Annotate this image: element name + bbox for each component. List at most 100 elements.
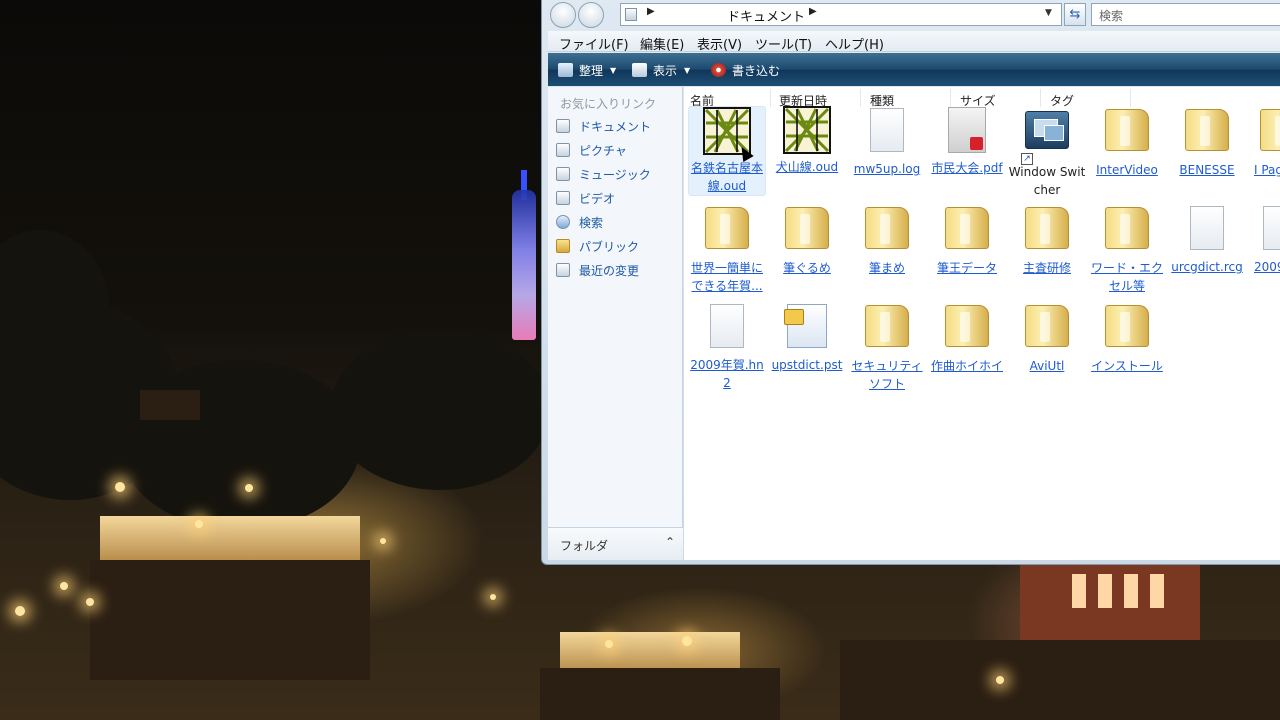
file-item[interactable]: 2009 h <box>1248 204 1280 276</box>
nav-link-label: パブリック <box>579 239 640 254</box>
search-input[interactable]: 検索 <box>1091 3 1280 26</box>
nav-link-pictures[interactable]: ピクチャ <box>556 140 627 160</box>
organize-icon <box>558 63 573 77</box>
breadcrumb-separator-icon[interactable]: ▶ <box>809 6 817 17</box>
command-toolbar: 整理 ▼ 表示 ▼ 書き込む <box>548 53 1280 86</box>
file-item[interactable]: AviUtl <box>1008 302 1086 375</box>
refresh-icon[interactable]: ⇆ <box>1064 3 1086 26</box>
file-item[interactable]: 筆ぐるめ <box>768 204 846 277</box>
oud-file-icon <box>783 106 831 154</box>
folder-icon <box>863 305 911 353</box>
chevron-down-icon: ▼ <box>684 65 691 75</box>
file-item[interactable]: 筆まめ <box>848 204 926 277</box>
file-name: 2009 h <box>1254 260 1280 274</box>
file-name: 市民大会.pdf <box>931 161 1003 175</box>
file-name: InterVideo <box>1096 163 1158 177</box>
documents-folder-icon <box>625 8 637 21</box>
folder-icon <box>943 207 991 255</box>
burn-button[interactable]: 書き込む <box>711 60 780 80</box>
file-name: 犬山線.oud <box>775 160 839 174</box>
file-item[interactable]: upstdict.pst <box>768 302 846 374</box>
file-item[interactable]: 作曲ホイホイ <box>928 302 1006 375</box>
file-name: upstdict.pst <box>771 358 843 372</box>
pdf-file-icon <box>943 107 991 155</box>
nav-link-recent-changes[interactable]: 最近の変更 <box>556 260 639 280</box>
shortcut-icon: ↗ <box>1021 111 1071 165</box>
folder-icon <box>1183 109 1231 157</box>
file-item[interactable]: 主査研修 <box>1008 204 1086 277</box>
file-list-pane: 名前 更新日時 種類 サイズ タグ 名鉄名古屋本線.oud 犬山線.oud mw… <box>684 87 1280 560</box>
menu-file[interactable]: ファイル(F) <box>559 34 629 53</box>
file-item[interactable]: I Page <box>1248 106 1280 179</box>
chevron-down-icon[interactable]: ▼ <box>1045 8 1052 18</box>
file-name: 世界一簡単にできる年賀... <box>690 261 763 293</box>
menu-view[interactable]: 表示(V) <box>697 34 742 53</box>
folder-icon <box>863 207 911 255</box>
views-button[interactable]: 表示 ▼ <box>632 60 690 80</box>
nav-link-documents[interactable]: ドキュメント <box>556 116 651 136</box>
nav-link-label: ドキュメント <box>579 119 652 134</box>
file-item[interactable]: mw5up.log <box>848 106 926 178</box>
file-name: 筆王データ <box>936 261 997 275</box>
file-name: セキュリティソフト <box>851 359 923 391</box>
organize-button[interactable]: 整理 ▼ <box>558 60 616 80</box>
folders-toggle[interactable]: フォルダ ⌃ <box>548 527 683 560</box>
nav-link-videos[interactable]: ビデオ <box>556 188 615 208</box>
nav-link-public[interactable]: パブリック <box>556 236 639 256</box>
videos-icon <box>556 191 570 205</box>
nav-link-label: 最近の変更 <box>579 263 640 278</box>
menu-help[interactable]: ヘルプ(H) <box>825 34 884 53</box>
file-item[interactable]: InterVideo <box>1088 106 1166 179</box>
address-bar[interactable]: ▶ ドキュメント ▶ ▼ <box>620 3 1062 26</box>
file-item[interactable]: urcgdict.rcg <box>1168 204 1246 276</box>
menu-bar: ファイル(F) 編集(E) 表示(V) ツール(T) ヘルプ(H) <box>548 31 1280 53</box>
nav-link-label: ピクチャ <box>579 143 627 158</box>
file-item[interactable]: インストール <box>1088 302 1166 375</box>
nav-link-music[interactable]: ミュージック <box>556 164 651 184</box>
explorer-window: ▶ ドキュメント ▶ ▼ ⇆ 検索 ファイル(F) 編集(E) 表示(V) ツー… <box>541 0 1280 565</box>
file-name: インストール <box>1091 359 1163 373</box>
file-item[interactable]: 筆王データ <box>928 204 1006 277</box>
file-name: urcgdict.rcg <box>1171 260 1243 274</box>
folder-icon <box>703 207 751 255</box>
menu-edit[interactable]: 編集(E) <box>640 34 684 53</box>
file-item[interactable]: セキュリティソフト <box>848 302 926 393</box>
burn-disc-icon <box>711 63 726 77</box>
nav-link-search[interactable]: 検索 <box>556 212 603 232</box>
file-name: BENESSE <box>1179 163 1235 177</box>
file-name: Window Switcher <box>1008 165 1086 197</box>
file-item[interactable]: ワード・エクセル等 <box>1088 204 1166 295</box>
file-item[interactable]: 2009年賀.hn2 <box>688 302 766 392</box>
public-folder-icon <box>556 239 570 253</box>
folder-icon <box>783 207 831 255</box>
nav-link-label: ビデオ <box>579 191 616 206</box>
pst-file-icon <box>783 304 831 352</box>
folders-label: フォルダ <box>560 539 609 553</box>
back-arrow-icon[interactable] <box>550 2 576 28</box>
hn2-file-icon <box>703 304 751 352</box>
folder-icon <box>943 305 991 353</box>
file-item[interactable]: 名鉄名古屋本線.oud <box>688 106 766 196</box>
breadcrumb-documents[interactable]: ドキュメント <box>727 6 805 25</box>
file-name: AviUtl <box>1029 359 1065 373</box>
file-name: 名鉄名古屋本線.oud <box>690 161 763 193</box>
file-name: 筆ぐるめ <box>783 261 831 275</box>
folder-icon <box>1023 207 1071 255</box>
file-item[interactable]: ↗ Window Switcher <box>1008 106 1086 199</box>
file-item[interactable]: 世界一簡単にできる年賀... <box>688 204 766 295</box>
file-item[interactable]: 犬山線.oud <box>768 106 846 176</box>
shortcut-arrow-icon: ↗ <box>1021 153 1033 165</box>
navigation-pane: お気に入りリンク ドキュメント ピクチャ ミュージック ビデオ 検索 パブリック… <box>548 87 683 560</box>
file-name: 主査研修 <box>1022 261 1071 275</box>
breadcrumb-separator-icon[interactable]: ▶ <box>647 6 655 17</box>
views-label: 表示 <box>653 63 678 78</box>
chevron-down-icon: ▼ <box>610 65 617 75</box>
menu-tools[interactable]: ツール(T) <box>755 34 812 53</box>
file-name: I Page <box>1254 163 1280 177</box>
burn-label: 書き込む <box>732 63 781 78</box>
forward-arrow-icon[interactable] <box>578 2 604 28</box>
log-file-icon <box>863 108 911 156</box>
file-item[interactable]: BENESSE <box>1168 106 1246 179</box>
illuminated-tower <box>512 190 536 340</box>
file-item[interactable]: 市民大会.pdf <box>928 106 1006 177</box>
